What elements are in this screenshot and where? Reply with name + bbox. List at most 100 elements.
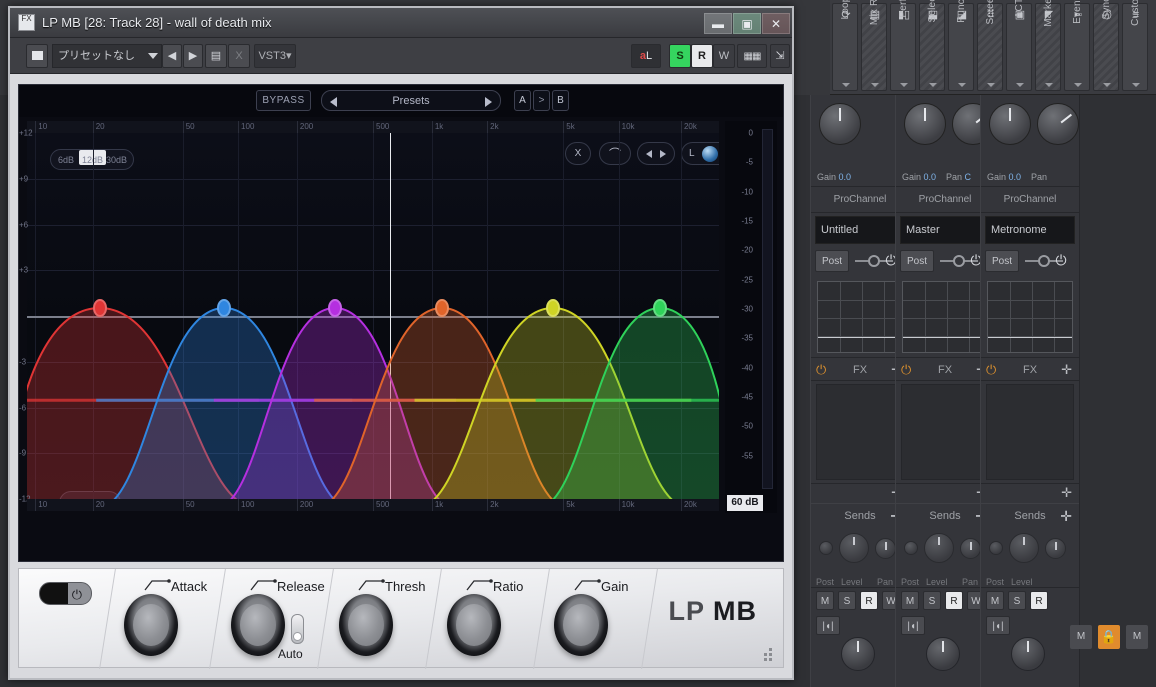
chevron-down-icon[interactable] xyxy=(1103,83,1111,87)
toolbar-module-punch[interactable]: ◪ Punch xyxy=(948,0,974,91)
band-node-5[interactable] xyxy=(545,299,560,317)
chevron-down-icon[interactable] xyxy=(1132,83,1140,87)
strip-volume-knob[interactable] xyxy=(1011,637,1045,671)
toolbar-module-events[interactable]: ▪▫ Events xyxy=(1064,0,1090,91)
send-post-knob[interactable] xyxy=(989,541,1003,555)
keyboard-icon[interactable]: ▦▦ xyxy=(737,44,767,68)
input-echo-icon[interactable]: |◖| xyxy=(986,616,1010,635)
chevron-down-icon[interactable] xyxy=(148,53,158,59)
gain-knob[interactable] xyxy=(819,103,861,145)
minimize-button[interactable]: ▬ xyxy=(704,13,732,34)
chevron-down-icon[interactable] xyxy=(871,83,879,87)
release-auto-switch[interactable] xyxy=(291,614,304,644)
toolbar-module-sync[interactable]: ◴ Sync xyxy=(1093,0,1119,91)
strip-mute-button[interactable]: M xyxy=(986,591,1004,610)
add-send-button[interactable]: ✛ xyxy=(1060,504,1072,528)
gain-knob[interactable] xyxy=(554,594,608,656)
lock-row-left-button[interactable]: M xyxy=(1070,625,1092,649)
fx-power-icon[interactable]: ⏻ xyxy=(986,362,996,378)
solo-button[interactable]: S xyxy=(669,44,691,68)
strip-solo-button[interactable]: S xyxy=(923,591,941,610)
add-fx-button[interactable]: ✛ xyxy=(1061,358,1072,382)
chevron-down-icon[interactable] xyxy=(958,83,966,87)
chevron-down-icon[interactable] xyxy=(1074,83,1082,87)
chevron-down-icon[interactable] xyxy=(842,83,850,87)
preset-browser-icon[interactable] xyxy=(26,44,48,68)
fx-power-icon[interactable]: ⏻ xyxy=(816,362,826,378)
plugin-title-bar[interactable]: FX LP MB [28: Track 28] - wall of death … xyxy=(10,8,792,38)
strip-mute-button[interactable]: M xyxy=(901,591,919,610)
preset-name-field[interactable]: プリセットなし xyxy=(52,44,162,68)
fx-bin[interactable] xyxy=(986,384,1074,480)
release-knob[interactable] xyxy=(231,594,285,656)
chevron-down-icon[interactable] xyxy=(929,83,937,87)
read-automation-button[interactable]: R xyxy=(691,44,713,68)
strip-read-button[interactable]: R xyxy=(860,591,878,610)
ab-compare-b-button[interactable]: B xyxy=(552,90,569,111)
fx-bin-header[interactable]: ⏻FX✛ xyxy=(981,357,1079,381)
maximize-button[interactable]: ▣ xyxy=(733,13,761,34)
sends-header[interactable]: Sends✛ xyxy=(981,503,1079,527)
toolbar-module-loop[interactable]: ⟳ Loop xyxy=(832,0,858,91)
lock-icon[interactable]: 🔒 xyxy=(1098,625,1120,649)
thresh-knob[interactable] xyxy=(339,594,393,656)
close-button[interactable]: ✕ xyxy=(762,13,790,34)
ab-copy-button[interactable]: > xyxy=(533,90,550,111)
send-pan-knob[interactable] xyxy=(1045,538,1066,559)
strip-solo-button[interactable]: S xyxy=(838,591,856,610)
toolbar-module-act[interactable]: ▣ ACT xyxy=(1006,0,1032,91)
mixer-strip-metronome[interactable]: Gain 0.0 Pan ProChannel Metronome Post ⏻ ⏻ FX ✛… xyxy=(980,95,1080,687)
chevron-down-icon[interactable] xyxy=(1045,83,1053,87)
pan-knob[interactable] xyxy=(1037,103,1079,145)
gain-knob[interactable] xyxy=(904,103,946,145)
input-echo-icon[interactable]: |◖| xyxy=(901,616,925,635)
eq-preview-grid[interactable] xyxy=(987,281,1073,353)
strip-read-button[interactable]: R xyxy=(945,591,963,610)
toolbar-module-screen[interactable]: ⠿ Screen xyxy=(977,0,1003,91)
send-level-knob[interactable] xyxy=(839,533,869,563)
attack-knob[interactable] xyxy=(124,594,178,656)
pin-icon[interactable]: ⇲ xyxy=(770,44,790,68)
send-pan-knob[interactable] xyxy=(875,538,896,559)
send-post-knob[interactable] xyxy=(904,541,918,555)
prochannel-header[interactable]: ProChannel xyxy=(981,187,1079,213)
toolbar-module-perf[interactable]: ▮▯ Perf xyxy=(890,0,916,91)
post-button[interactable]: Post xyxy=(815,250,850,272)
toolbar-module-custom[interactable]: ≡ Custom xyxy=(1122,0,1148,91)
presets-selector[interactable]: Presets xyxy=(321,90,501,111)
strip-mute-button[interactable]: M xyxy=(816,591,834,610)
post-button[interactable]: Post xyxy=(985,250,1020,272)
toolbar-module-markers[interactable]: ◤ Markers xyxy=(1035,0,1061,91)
add-fx-button-2[interactable]: ✛ xyxy=(1061,485,1072,501)
send-post-knob[interactable] xyxy=(819,541,833,555)
input-echo-icon[interactable]: |◖| xyxy=(816,616,840,635)
strip-name-field[interactable]: Untitled xyxy=(815,216,905,244)
toolbar-module-mix-rcl[interactable]: ▤ Mix Rcl xyxy=(861,0,887,91)
send-pan-knob[interactable] xyxy=(960,538,981,559)
chevron-down-icon[interactable] xyxy=(1016,83,1024,87)
gain-knob[interactable] xyxy=(989,103,1031,145)
save-icon[interactable]: ▤ xyxy=(205,44,227,68)
automation-enable-button[interactable]: aL xyxy=(631,44,661,68)
next-preset-button[interactable]: ▶ xyxy=(183,44,203,68)
band-node-3[interactable] xyxy=(327,299,342,317)
strip-volume-knob[interactable] xyxy=(926,637,960,671)
strip-volume-knob[interactable] xyxy=(841,637,875,671)
resize-grip[interactable] xyxy=(764,648,776,661)
delete-preset-button[interactable]: X xyxy=(228,44,250,68)
previous-preset-button[interactable]: ◀ xyxy=(162,44,182,68)
band-node-1[interactable] xyxy=(92,299,107,317)
power-toggle-icon[interactable]: ⏻ xyxy=(39,582,92,605)
send-level-knob[interactable] xyxy=(924,533,954,563)
strip-read-button[interactable]: R xyxy=(1030,591,1048,610)
prochannel-power-button[interactable]: ⏻ xyxy=(1049,249,1073,273)
strip-name-field[interactable]: Metronome xyxy=(985,216,1075,244)
chevron-down-icon[interactable] xyxy=(987,83,995,87)
plugin-format-badge[interactable]: VST3▾ xyxy=(254,44,296,68)
eq-preview-grid[interactable] xyxy=(817,281,903,353)
ab-compare-a-button[interactable]: A xyxy=(514,90,531,111)
ratio-knob[interactable] xyxy=(447,594,501,656)
eq-preview-grid[interactable] xyxy=(902,281,988,353)
write-automation-button[interactable]: W xyxy=(713,44,735,68)
fx-power-icon[interactable]: ⏻ xyxy=(901,362,911,378)
